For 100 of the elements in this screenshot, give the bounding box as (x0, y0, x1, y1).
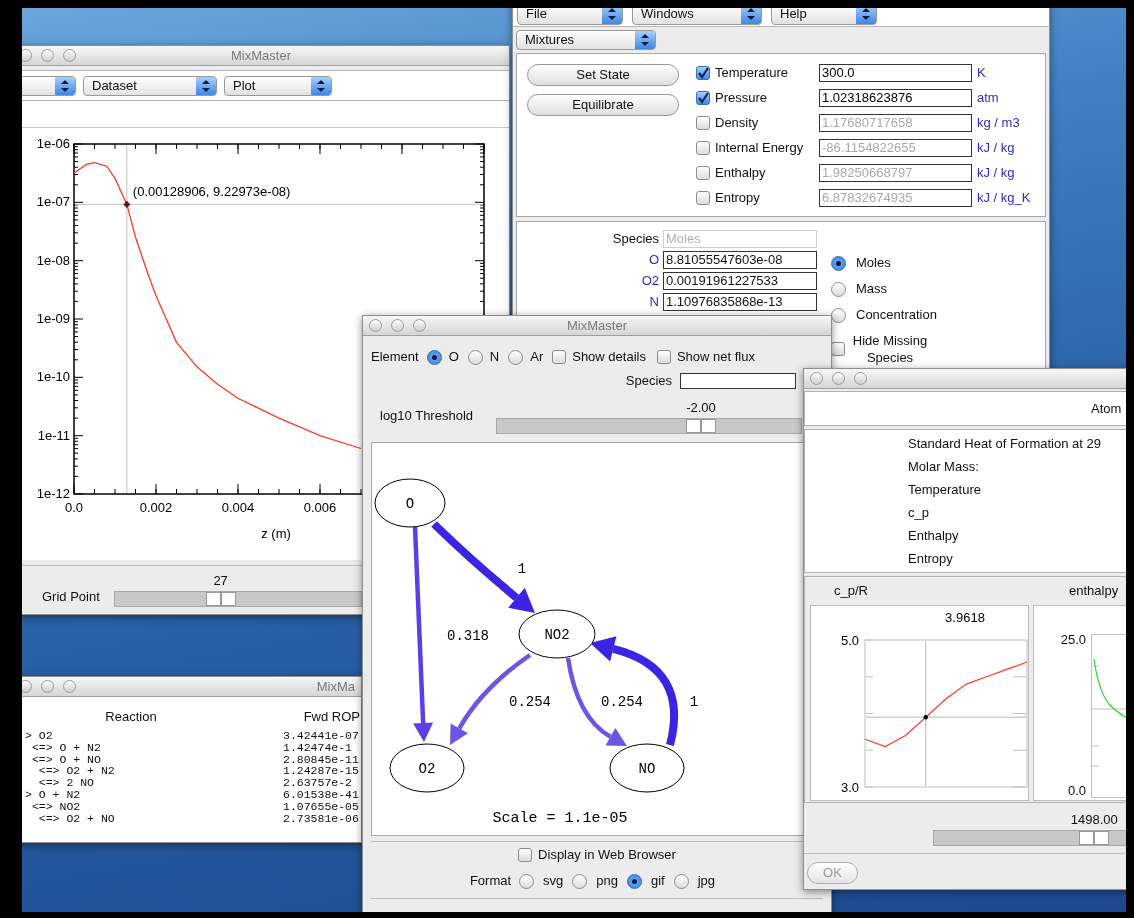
slider[interactable] (114, 591, 362, 607)
checkbox[interactable] (696, 90, 710, 105)
updown-arrows-icon (862, 8, 870, 20)
table-cell-text: <=> O2 + N2 (37, 765, 116, 778)
slider-value: -2.00 (686, 399, 716, 417)
action-button[interactable]: Equilibrate (527, 94, 679, 116)
species-label: O2 (640, 271, 660, 290)
unit-label: K (977, 63, 986, 82)
radio-button[interactable] (572, 873, 588, 889)
dropdown[interactable]: Windows (632, 8, 762, 25)
window-button[interactable] (854, 372, 867, 385)
slider-thumb[interactable] (685, 419, 716, 433)
table-cell-text: <=> O + NO (30, 753, 102, 766)
radio-label: svg (543, 872, 564, 891)
chart-reading: 3.9618 (945, 610, 985, 625)
window-button[interactable] (413, 319, 426, 332)
radio-button[interactable] (831, 255, 846, 271)
radio-button[interactable] (519, 873, 535, 889)
checkbox[interactable] (696, 165, 710, 180)
checkbox[interactable] (696, 115, 710, 130)
checkbox-label: Hide Missing Species (851, 332, 929, 366)
data-point-marker (923, 715, 928, 720)
slider[interactable] (496, 418, 802, 434)
updown-arrows-icon (202, 79, 210, 92)
property-label: Entropy (908, 549, 953, 568)
unit-label: kJ / kg_K (977, 188, 1031, 207)
radio-button[interactable] (831, 281, 846, 297)
unit-label: kg / m3 (977, 113, 1020, 132)
slider-thumb[interactable] (1079, 831, 1110, 845)
species-node: NO (609, 743, 685, 793)
axis-tick-label: 1e-08 (36, 252, 70, 268)
axis-tick-label: 1e-11 (37, 427, 70, 443)
checkbox[interactable] (696, 65, 710, 80)
radio-label: png (596, 872, 618, 891)
table-cell-text: 3.42441e-07 (282, 730, 359, 742)
property-label: Molar Mass: (908, 457, 979, 476)
window-title: MixMaster (567, 316, 627, 335)
window-button[interactable] (63, 680, 76, 693)
value-field[interactable]: 1.02318623876 (819, 88, 972, 107)
species-field[interactable]: 1.10976835868e-13 (663, 292, 817, 311)
window-button[interactable] (391, 319, 404, 332)
dropdown[interactable]: Mixtures (516, 30, 656, 50)
window-button[interactable] (22, 49, 32, 62)
radio-button[interactable] (508, 349, 524, 365)
window-button[interactable] (41, 680, 54, 693)
updown-arrows-icon (641, 34, 649, 46)
axis-tick-label: 1e-12 (36, 486, 70, 501)
panel-header: Atom (1091, 399, 1122, 418)
species-field[interactable]: 8.81055547603e-08 (663, 250, 817, 269)
radio-button[interactable] (426, 349, 442, 365)
radio-button[interactable] (673, 873, 689, 889)
checkbox-label: Show details (572, 348, 646, 367)
table-cell-text: 1.24287e-15 (282, 765, 359, 778)
species-node: O (374, 478, 446, 528)
window-button[interactable] (41, 49, 54, 62)
window-button[interactable] (22, 680, 32, 693)
species-node: NO2 (518, 609, 596, 659)
dropdown[interactable]: Dataset (83, 75, 217, 96)
dropdown[interactable] (22, 75, 76, 96)
dropdown[interactable]: File (517, 8, 623, 25)
radio-button[interactable] (467, 349, 483, 365)
data-point-marker (123, 200, 131, 208)
checkbox-label: Display in Web Browser (538, 846, 676, 865)
checkbox[interactable] (696, 140, 710, 155)
radio-label: N (489, 348, 500, 367)
property-label: Entropy (715, 188, 761, 207)
radio-button[interactable] (627, 873, 642, 889)
radio-label: Moles (856, 254, 891, 273)
window-button[interactable] (832, 372, 845, 385)
table-cell-text: <=> O + N2 (30, 741, 102, 754)
checkmark-icon (697, 91, 709, 104)
window-button[interactable] (810, 372, 823, 385)
dropdown[interactable]: Help (771, 8, 877, 25)
slider-thumb[interactable] (205, 592, 236, 606)
checkbox[interactable] (656, 350, 671, 364)
value-field[interactable]: 300.0 (819, 63, 972, 82)
window-button[interactable] (369, 319, 382, 332)
radio-button[interactable] (831, 307, 846, 323)
dropdown[interactable]: Plot (224, 75, 332, 96)
checkbox[interactable] (696, 190, 710, 205)
radio-label: Mass (856, 280, 888, 299)
action-button[interactable]: Set State (527, 64, 679, 86)
field-label: Element (371, 348, 419, 367)
species-field[interactable] (680, 373, 796, 389)
flux-label: 0.318 (447, 628, 489, 644)
slider-value: 1498.00 (1070, 811, 1118, 829)
checkbox[interactable] (552, 350, 567, 364)
unit-label: atm (977, 88, 999, 107)
axis-tick-label: 1e-07 (36, 194, 70, 210)
column-header: Fwd ROP (302, 708, 361, 727)
axis-tick-label: 3.0 (840, 780, 859, 795)
checkbox[interactable] (518, 848, 533, 862)
property-label: c_p (908, 503, 929, 522)
axis-tick-label: 0.006 (303, 500, 337, 515)
slider-value: 27 (213, 572, 228, 590)
flux-label: 1 (689, 694, 699, 710)
species-field[interactable]: 0.00191961227533 (663, 271, 817, 290)
axis-tick-label: 5.0 (840, 633, 859, 648)
window-button[interactable] (63, 49, 76, 62)
column-header: Reaction (104, 708, 158, 727)
